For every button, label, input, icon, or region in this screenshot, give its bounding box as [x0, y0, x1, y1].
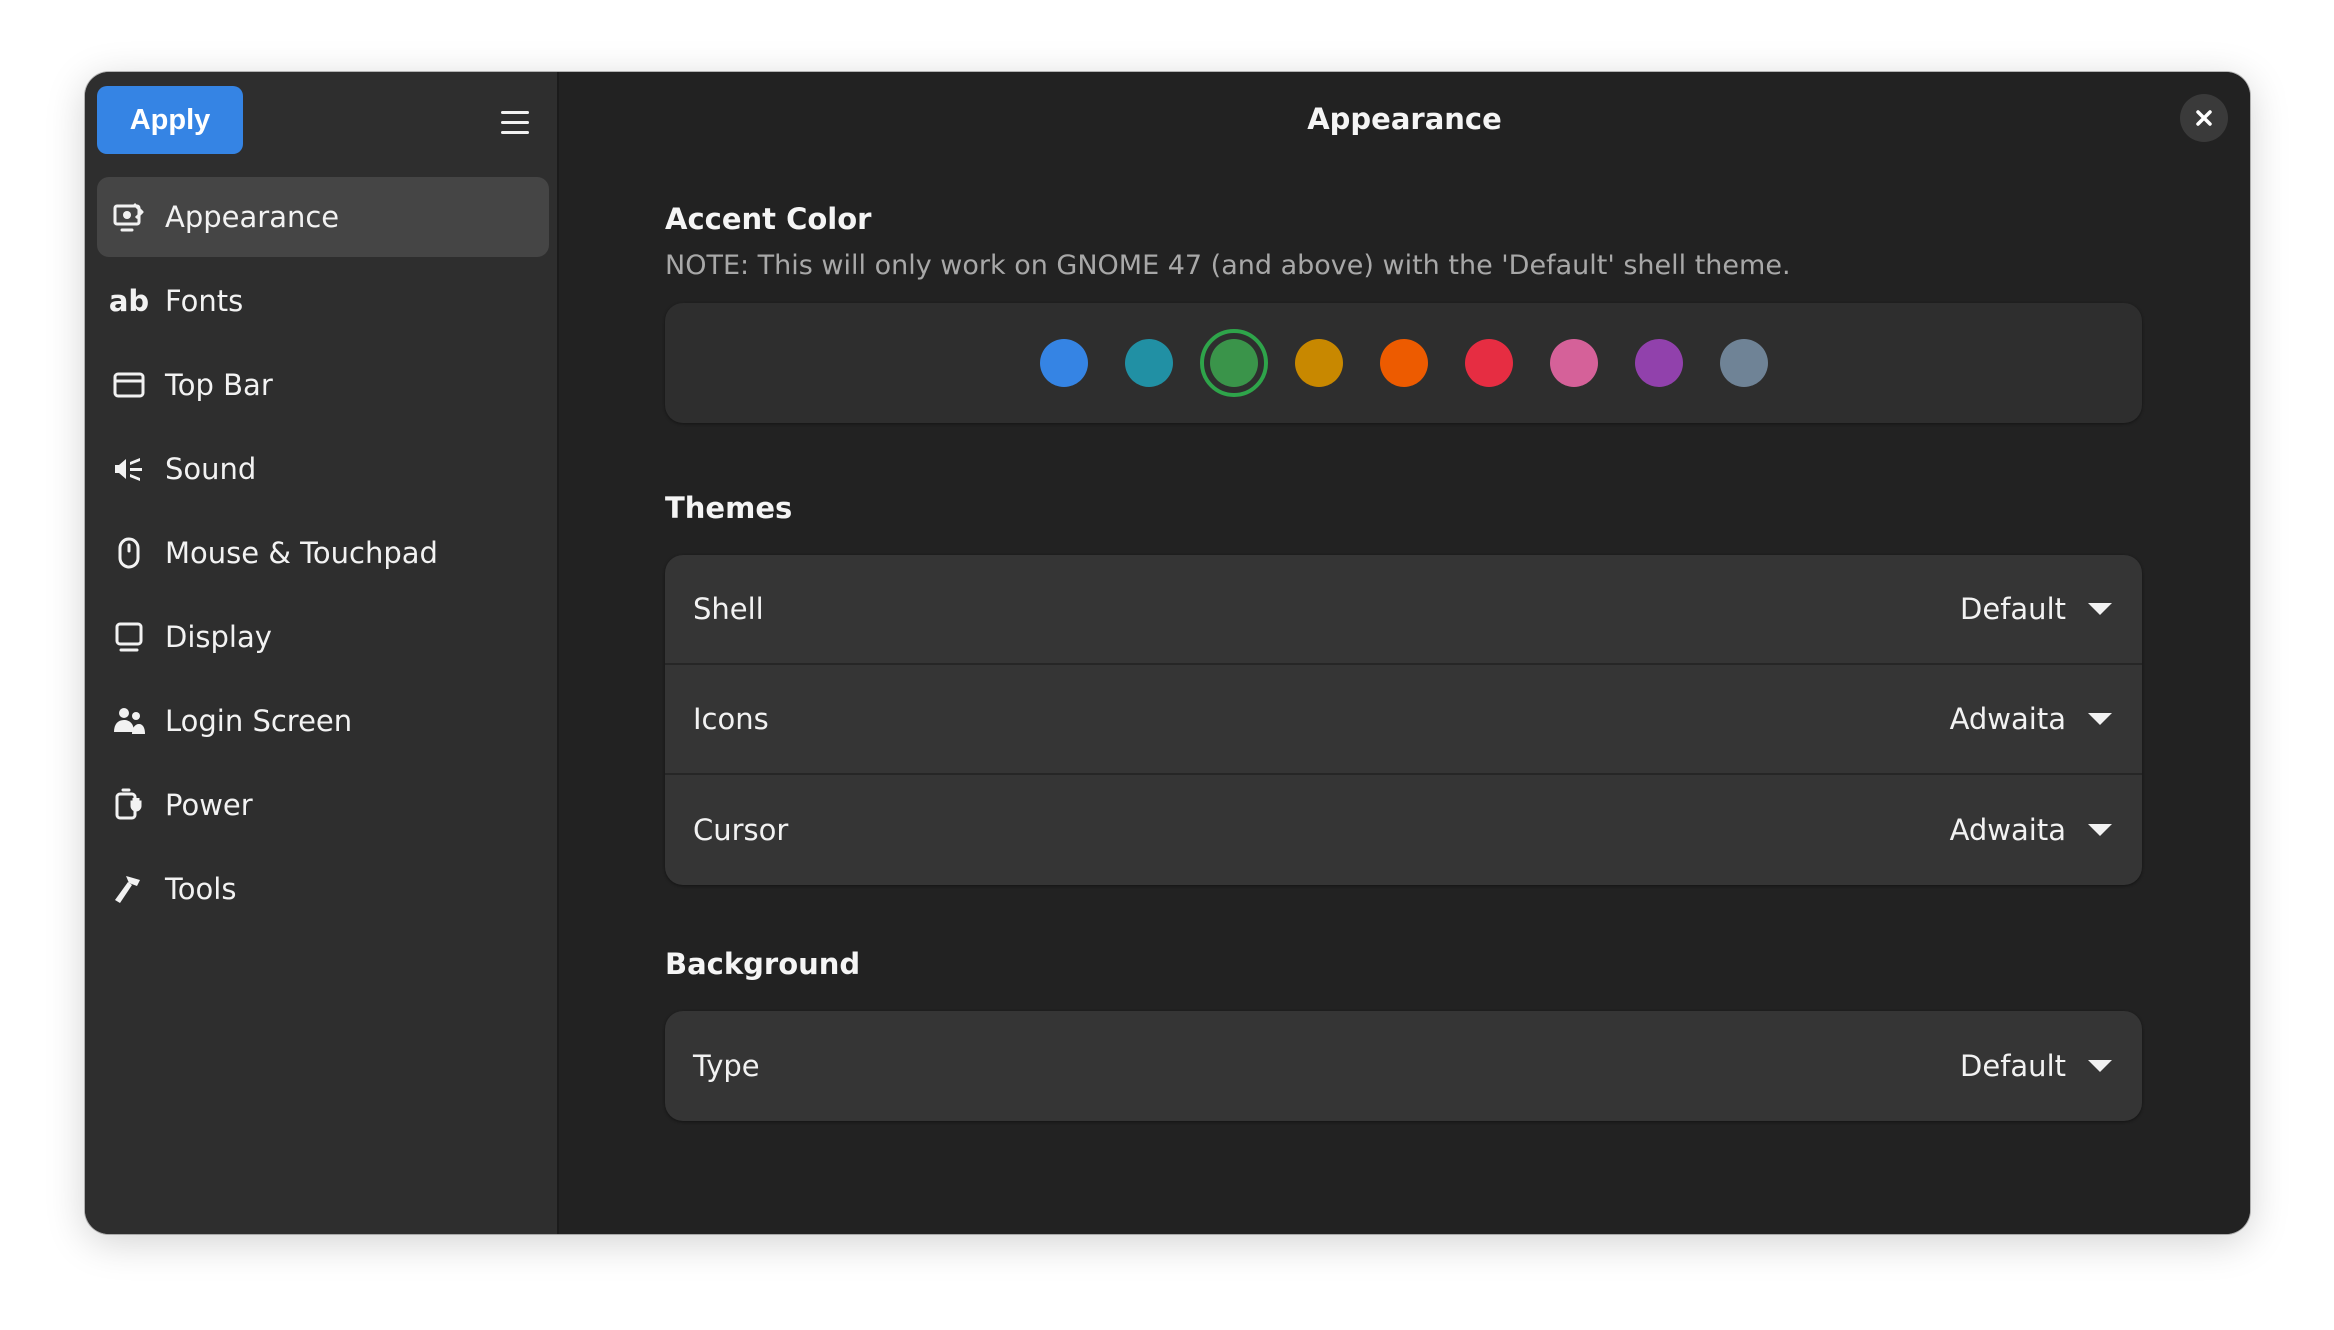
background-type-row[interactable]: Type Default: [665, 1011, 2142, 1121]
main-panel: Appearance Accent Color NOTE: This will …: [559, 72, 2250, 1234]
shell-theme-row[interactable]: Shell Default: [665, 555, 2142, 665]
background-type-dropdown[interactable]: Default: [1960, 1049, 2112, 1083]
color-swatch-circle: [1719, 339, 1768, 387]
page-title: Appearance: [1307, 102, 1502, 136]
accent-color-swatch[interactable]: [1294, 339, 1343, 387]
icons-theme-row[interactable]: Icons Adwaita: [665, 665, 2142, 775]
accent-color-picker: [665, 303, 2142, 423]
hamburger-menu-icon[interactable]: [487, 94, 543, 150]
sidebar-item-tools[interactable]: Tools: [97, 849, 549, 929]
close-button[interactable]: [2180, 94, 2228, 142]
sidebar-item-power[interactable]: Power: [97, 765, 549, 845]
sidebar-item-mouse-touchpad[interactable]: Mouse & Touchpad: [97, 513, 549, 593]
accent-color-swatch[interactable]: [1719, 339, 1768, 387]
color-swatch-circle: [1124, 339, 1173, 387]
sidebar-item-appearance[interactable]: Appearance: [97, 177, 549, 257]
accent-color-swatch[interactable]: [1464, 339, 1513, 387]
tools-icon: [111, 871, 147, 907]
background-title: Background: [665, 947, 861, 981]
background-group: Type Default: [665, 1011, 2142, 1121]
chevron-down-icon: [2088, 1060, 2112, 1072]
content: Accent Color NOTE: This will only work o…: [665, 202, 2142, 1121]
cursor-theme-dropdown[interactable]: Adwaita: [1950, 813, 2112, 847]
sidebar-item-display[interactable]: Display: [97, 597, 549, 677]
close-icon: [2196, 110, 2212, 126]
color-swatch-circle: [1294, 339, 1343, 387]
dropdown-value: Default: [1960, 592, 2066, 626]
dropdown-value: Adwaita: [1949, 813, 2066, 847]
sidebar-item-label: Mouse & Touchpad: [165, 536, 438, 570]
chevron-down-icon: [2088, 603, 2112, 615]
sidebar-item-top-bar[interactable]: Top Bar: [97, 345, 549, 425]
sidebar-header: Apply: [85, 72, 557, 180]
chevron-down-icon: [2088, 713, 2112, 725]
accent-color-swatch[interactable]: [1549, 339, 1598, 387]
accent-color-swatch[interactable]: [1124, 339, 1173, 387]
color-swatch-circle: [1039, 339, 1088, 387]
dropdown-value: Default: [1960, 1049, 2066, 1083]
app-window: Apply Appearance ab Fonts Top Bar Sound …: [85, 72, 2250, 1234]
cursor-theme-row[interactable]: Cursor Adwaita: [665, 775, 2142, 885]
row-label: Type: [693, 1049, 760, 1083]
mouse-icon: [111, 535, 147, 571]
accent-color-swatch[interactable]: [1634, 339, 1683, 387]
sidebar-item-label: Tools: [165, 872, 237, 906]
color-swatch-circle: [1464, 339, 1513, 387]
sidebar-item-login-screen[interactable]: Login Screen: [97, 681, 549, 761]
power-icon: [111, 787, 147, 823]
dropdown-value: Adwaita: [1949, 702, 2066, 736]
sidebar-nav: Appearance ab Fonts Top Bar Sound Mouse …: [97, 177, 549, 933]
accent-color-swatch[interactable]: [1199, 329, 1268, 397]
sidebar-item-sound[interactable]: Sound: [97, 429, 549, 509]
color-swatch-circle: [1379, 339, 1428, 387]
fonts-icon: ab: [108, 284, 150, 318]
sound-icon: [111, 451, 147, 487]
row-label: Icons: [693, 702, 769, 736]
display-icon: [111, 619, 147, 655]
accent-color-note: NOTE: This will only work on GNOME 47 (a…: [665, 250, 1791, 281]
sidebar-item-fonts[interactable]: ab Fonts: [97, 261, 549, 341]
login-screen-icon: [111, 703, 147, 739]
top-bar-icon: [111, 367, 147, 403]
chevron-down-icon: [2088, 824, 2112, 836]
accent-color-title: Accent Color: [665, 202, 872, 236]
themes-title: Themes: [665, 491, 793, 525]
themes-group: Shell Default Icons Adwaita Cursor Adwai…: [665, 555, 2142, 885]
sidebar: Apply Appearance ab Fonts Top Bar Sound …: [85, 72, 559, 1234]
sidebar-item-label: Display: [165, 620, 272, 654]
sidebar-item-label: Login Screen: [165, 704, 353, 738]
sidebar-item-label: Sound: [165, 452, 257, 486]
color-swatch-circle: [1209, 339, 1258, 387]
row-label: Shell: [693, 592, 764, 626]
sidebar-item-label: Fonts: [165, 284, 244, 318]
color-swatch-circle: [1634, 339, 1683, 387]
apply-button[interactable]: Apply: [97, 86, 243, 154]
sidebar-item-label: Top Bar: [165, 368, 273, 402]
icons-theme-dropdown[interactable]: Adwaita: [1950, 702, 2112, 736]
row-label: Cursor: [693, 813, 789, 847]
shell-theme-dropdown[interactable]: Default: [1960, 592, 2112, 626]
accent-color-swatch[interactable]: [1039, 339, 1088, 387]
appearance-icon: [111, 199, 147, 235]
sidebar-item-label: Appearance: [165, 200, 340, 234]
accent-color-swatch[interactable]: [1379, 339, 1428, 387]
sidebar-item-label: Power: [165, 788, 253, 822]
color-swatch-circle: [1549, 339, 1598, 387]
